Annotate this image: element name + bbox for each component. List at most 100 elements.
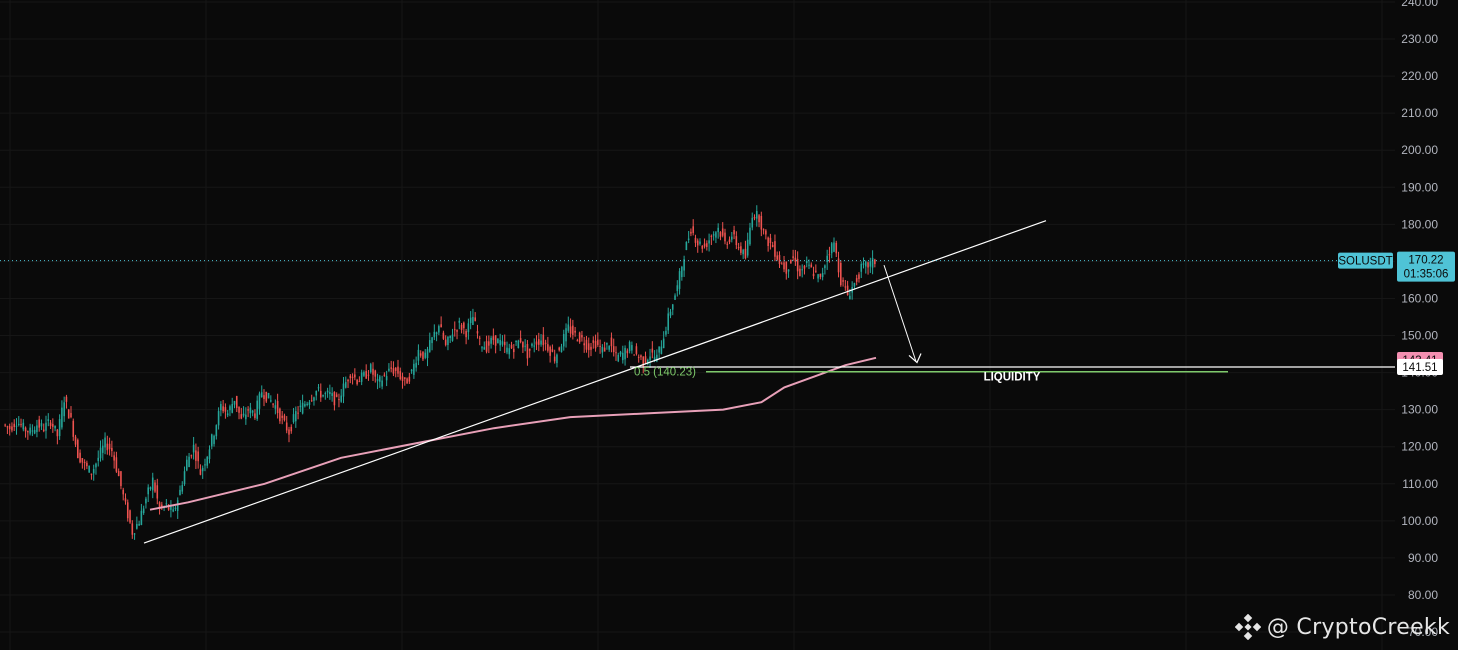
candle-body [13,423,16,428]
candle-body [858,274,860,279]
candle-body [410,369,413,372]
y-tick-label: 120.00 [1401,440,1438,454]
candle-body [154,482,156,492]
candle-body [258,393,261,409]
candle-body [790,259,792,264]
candle-body [864,261,867,267]
candle-body [526,343,529,359]
candle-body [65,396,68,402]
candle-body [147,487,149,495]
candle-body [222,406,224,412]
candle-body [456,330,458,332]
candle-body [478,337,481,339]
candle-body [256,400,258,419]
candle-body [24,427,27,432]
candle-body [842,280,844,282]
y-tick-label: 220.00 [1401,69,1438,83]
candle-body [535,341,538,345]
candle-body [769,237,772,244]
candle-body [742,249,744,255]
candle-body [544,342,547,344]
candle-body [749,227,751,245]
candle-body [374,370,377,377]
watermark-handle: @ CryptoCreekk [1266,614,1450,640]
y-tick-label: 240.00 [1401,0,1438,9]
countdown-tag: 01:35:06 [1404,269,1449,281]
projection-arrow-shaft [883,264,917,362]
candle-body [826,255,828,262]
candle-body [245,414,247,420]
candle-body [615,352,617,354]
candle-body [572,325,574,335]
candle-body [547,344,549,351]
candle-body [624,347,626,360]
candle-body [710,235,713,237]
candle-body [583,343,585,346]
y-tick-label: 150.00 [1401,329,1438,343]
candle-body [92,469,95,474]
candle-body [453,329,456,331]
candle-body [288,429,290,435]
candle-body [281,415,283,418]
candle-body [56,429,59,437]
candle-body [599,345,601,347]
candle-body [344,382,347,388]
candle-body [465,331,467,338]
candle-body [120,471,122,487]
price-chart[interactable]: 240.00 230.00 220.00 210.00 200.00 190.00 180.… [0,0,1458,650]
candle-body [524,345,526,347]
candle-body [360,372,363,382]
candle-body [17,423,20,425]
candle-body [388,368,390,371]
candle-body [413,363,415,375]
candle-body [758,215,760,223]
candle-body [274,405,277,409]
candle-body [706,243,708,247]
candle-body [760,215,763,230]
candle-body [133,533,136,535]
candle-body [537,339,540,345]
candle-body [744,248,747,259]
candle-body [721,228,724,236]
candle-body [126,502,129,519]
candle-body [765,230,767,235]
candle-body [451,334,454,341]
candle-body [533,345,536,347]
candle-body [708,240,710,244]
candle-body [401,376,404,382]
candle-body [74,436,77,445]
candle-body [151,477,154,491]
candle-body [740,246,742,253]
candle-body [38,419,40,428]
candle-body [383,374,386,376]
candle-body [869,261,872,267]
candle-body [406,378,408,384]
candle-body [108,443,111,450]
candle-body [394,367,397,371]
candle-body [815,270,817,272]
candle-body [224,407,227,412]
candle-body [240,414,243,419]
candle-body [817,274,819,279]
candle-body [844,286,847,288]
candle-body [290,426,293,432]
candle-body [805,261,808,264]
candle-body [29,427,31,434]
candle-body [338,399,340,401]
y-tick-label: 200.00 [1401,143,1438,157]
candle-body [265,391,268,402]
candle-body [447,336,449,346]
candle-body [719,232,722,237]
candle-body [83,462,86,464]
candle-body [190,455,193,457]
last-price-tag: 170.22 [1408,255,1443,267]
candle-body [569,326,572,334]
candle-body [379,376,381,382]
liquidity-label: LIQUIDITY [984,372,1041,384]
candle-body [651,348,654,353]
candle-body [254,413,256,418]
candle-body [687,238,690,240]
candle-body [551,349,554,352]
candle-body [674,295,676,300]
candle-body [562,334,565,347]
